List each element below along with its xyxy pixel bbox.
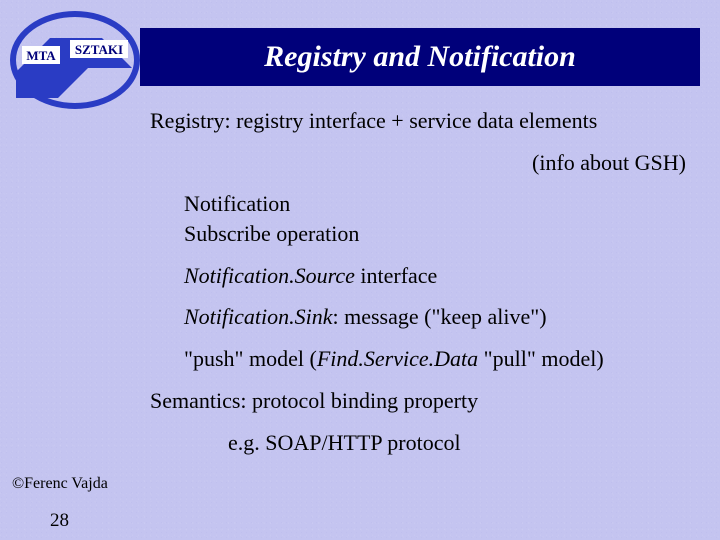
push-a: "push" model ( xyxy=(184,346,317,371)
logo: MTA SZTAKI xyxy=(10,10,140,110)
logo-label-right: SZTAKI xyxy=(75,42,123,57)
line-notification-source: Notification.Source interface xyxy=(150,261,710,291)
line-info-gsh: (info about GSH) xyxy=(150,148,710,178)
push-b: "pull" model) xyxy=(478,346,604,371)
title-bar: Registry and Notification xyxy=(140,28,700,86)
line-notification-sink: Notification.Sink: message ("keep alive"… xyxy=(150,302,710,332)
page-number: 28 xyxy=(50,510,69,532)
find-service-data-em: Find.Service.Data xyxy=(317,346,478,371)
notification-source-rest: interface xyxy=(355,263,437,288)
line-registry: Registry: registry interface + service d… xyxy=(150,106,710,136)
line-soap: e.g. SOAP/HTTP protocol xyxy=(150,428,710,458)
line-push-model: "push" model (Find.Service.Data "pull" m… xyxy=(150,344,710,374)
notification-source-em: Notification.Source xyxy=(184,263,355,288)
copyright: ©Ferenc Vajda xyxy=(12,475,108,493)
mta-sztaki-logo: MTA SZTAKI xyxy=(10,10,140,110)
slide-content: Registry: registry interface + service d… xyxy=(150,106,710,469)
line-semantics: Semantics: protocol binding property xyxy=(150,386,710,416)
notification-sink-em: Notification.Sink xyxy=(184,304,333,329)
line-notification: Notification xyxy=(150,189,710,219)
logo-label-left: MTA xyxy=(26,48,56,63)
slide-title: Registry and Notification xyxy=(264,40,576,74)
line-subscribe: Subscribe operation xyxy=(150,219,710,249)
notification-sink-rest: : message ("keep alive") xyxy=(333,304,547,329)
